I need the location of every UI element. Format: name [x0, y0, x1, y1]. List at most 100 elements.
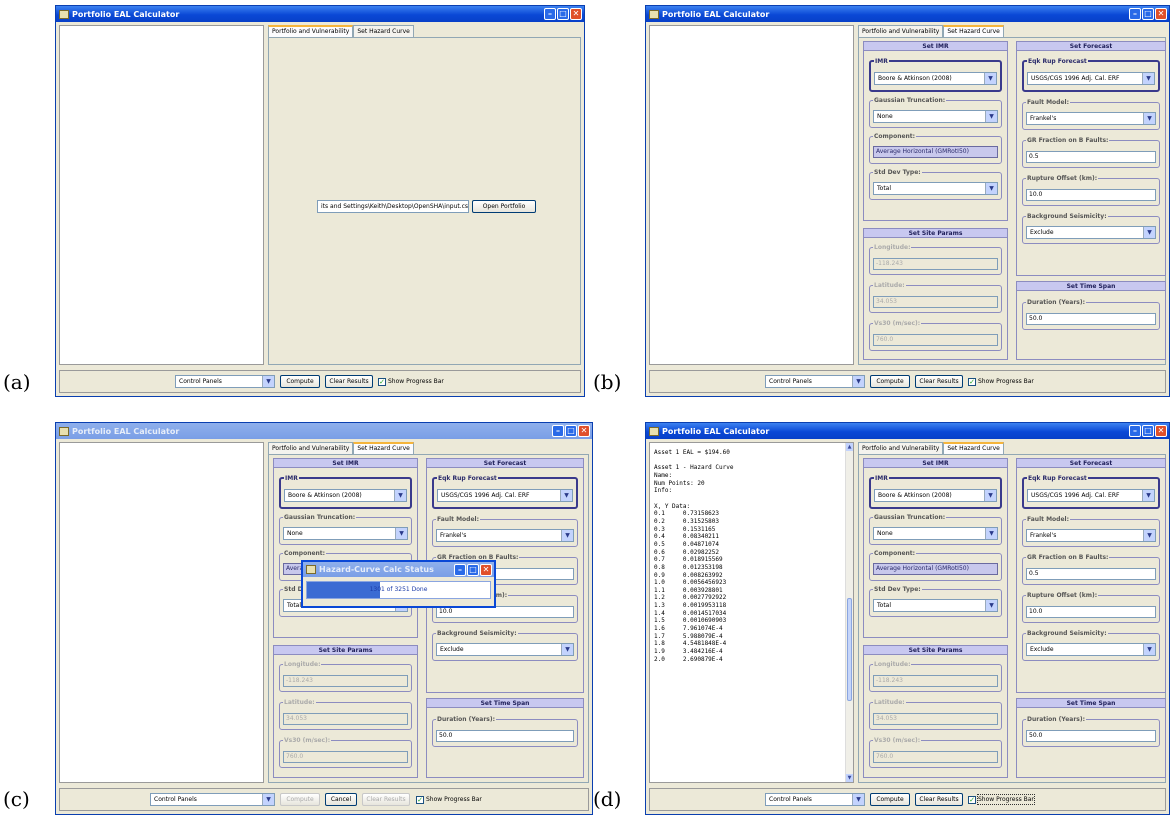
- chevron-down-icon[interactable]: ▼: [984, 490, 996, 501]
- imr-select[interactable]: Boore & Atkinson (2008) ▼: [874, 489, 997, 502]
- maximize-icon[interactable]: □: [467, 564, 479, 576]
- vs30-input[interactable]: 760.0: [873, 334, 998, 346]
- chevron-down-icon[interactable]: ▼: [985, 600, 997, 611]
- minimize-icon[interactable]: –: [552, 425, 564, 437]
- compute-button[interactable]: Compute: [870, 375, 910, 388]
- latitude-input[interactable]: 34.053: [283, 713, 408, 725]
- erf-select[interactable]: USGS/CGS 1996 Adj. Cal. ERF ▼: [1027, 72, 1155, 85]
- chevron-down-icon[interactable]: ▼: [262, 794, 274, 805]
- background-seismicity-select[interactable]: Exclude ▼: [1026, 643, 1156, 656]
- clear-results-button[interactable]: Clear Results: [915, 375, 963, 388]
- compute-button[interactable]: Compute: [280, 793, 320, 806]
- chevron-down-icon[interactable]: ▼: [852, 794, 864, 805]
- longitude-input[interactable]: -118.243: [283, 675, 408, 687]
- title-bar[interactable]: Portfolio EAL Calculator – □ ✕: [646, 6, 1169, 22]
- chevron-down-icon[interactable]: ▼: [1142, 490, 1154, 501]
- gr-fraction-input[interactable]: 0.5: [1026, 568, 1156, 580]
- gauss-select[interactable]: None ▼: [873, 110, 998, 123]
- gauss-select[interactable]: None ▼: [283, 527, 408, 540]
- show-progress-checkbox[interactable]: ✓ Show Progress Bar: [968, 794, 1035, 805]
- chevron-down-icon[interactable]: ▼: [985, 111, 997, 122]
- title-bar[interactable]: Portfolio EAL Calculator – □ ✕: [56, 6, 584, 22]
- minimize-icon[interactable]: –: [544, 8, 556, 20]
- gr-fraction-input[interactable]: 0.5: [1026, 151, 1156, 163]
- longitude-input[interactable]: -118.243: [873, 258, 998, 270]
- component-value[interactable]: Average Horizontal (GMRotI50): [873, 146, 998, 158]
- chevron-down-icon[interactable]: ▼: [1143, 113, 1155, 124]
- clear-results-button[interactable]: Clear Results: [362, 793, 410, 806]
- close-icon[interactable]: ✕: [578, 425, 590, 437]
- imr-select[interactable]: Boore & Atkinson (2008) ▼: [874, 72, 997, 85]
- stddev-select[interactable]: Total ▼: [873, 182, 998, 195]
- close-icon[interactable]: ✕: [1155, 8, 1167, 20]
- tab-portfolio[interactable]: Portfolio and Vulnerability: [268, 442, 354, 454]
- scroll-thumb[interactable]: [847, 598, 852, 701]
- maximize-icon[interactable]: □: [1142, 425, 1154, 437]
- chevron-down-icon[interactable]: ▼: [1143, 644, 1155, 655]
- component-value[interactable]: Average Horizontal (GMRotI50): [873, 563, 998, 575]
- rupture-offset-input[interactable]: 10.0: [1026, 606, 1156, 618]
- background-seismicity-select[interactable]: Exclude ▼: [1026, 226, 1156, 239]
- maximize-icon[interactable]: □: [565, 425, 577, 437]
- chevron-down-icon[interactable]: ▼: [560, 490, 572, 501]
- chevron-down-icon[interactable]: ▼: [561, 644, 573, 655]
- chevron-down-icon[interactable]: ▼: [984, 73, 996, 84]
- chevron-down-icon[interactable]: ▼: [262, 376, 274, 387]
- chevron-down-icon[interactable]: ▼: [1143, 227, 1155, 238]
- show-progress-checkbox[interactable]: ✓ Show Progress Bar: [416, 795, 482, 804]
- chevron-down-icon[interactable]: ▼: [1142, 73, 1154, 84]
- portfolio-path-field[interactable]: its and Settings\Keith\Desktop\OpenSHA\i…: [317, 200, 469, 213]
- minimize-icon[interactable]: –: [1129, 425, 1141, 437]
- chevron-down-icon[interactable]: ▼: [852, 376, 864, 387]
- control-panels-select[interactable]: Control Panels ▼: [765, 375, 865, 388]
- control-panels-select[interactable]: Control Panels ▼: [765, 793, 865, 806]
- close-icon[interactable]: ✕: [480, 564, 492, 576]
- chevron-down-icon[interactable]: ▼: [394, 490, 406, 501]
- latitude-input[interactable]: 34.053: [873, 713, 998, 725]
- longitude-input[interactable]: -118.243: [873, 675, 998, 687]
- duration-input[interactable]: 50.0: [1026, 730, 1156, 742]
- control-panels-select[interactable]: Control Panels ▼: [175, 375, 275, 388]
- background-seismicity-select[interactable]: Exclude ▼: [436, 643, 574, 656]
- control-panels-select[interactable]: Control Panels ▼: [150, 793, 275, 806]
- vs30-input[interactable]: 760.0: [873, 751, 998, 763]
- fault-model-select[interactable]: Frankel's ▼: [1026, 112, 1156, 125]
- tab-hazard-curve[interactable]: Set Hazard Curve: [353, 442, 414, 454]
- tab-portfolio[interactable]: Portfolio and Vulnerability: [858, 25, 944, 37]
- compute-button[interactable]: Compute: [870, 793, 910, 806]
- chevron-down-icon[interactable]: ▼: [985, 183, 997, 194]
- show-progress-checkbox[interactable]: ✓ Show Progress Bar: [968, 377, 1034, 386]
- duration-input[interactable]: 50.0: [436, 730, 574, 742]
- duration-input[interactable]: 50.0: [1026, 313, 1156, 325]
- scroll-down-icon[interactable]: ▼: [846, 774, 853, 782]
- latitude-input[interactable]: 34.053: [873, 296, 998, 308]
- vs30-input[interactable]: 760.0: [283, 751, 408, 763]
- results-scrollbar[interactable]: ▲ ▼: [845, 443, 853, 782]
- close-icon[interactable]: ✕: [1155, 425, 1167, 437]
- tab-portfolio[interactable]: Portfolio and Vulnerability: [858, 442, 944, 454]
- tab-hazard-curve[interactable]: Set Hazard Curve: [353, 25, 414, 37]
- gauss-select[interactable]: None ▼: [873, 527, 998, 540]
- fault-model-select[interactable]: Frankel's ▼: [1026, 529, 1156, 542]
- close-icon[interactable]: ✕: [570, 8, 582, 20]
- rupture-offset-input[interactable]: 10.0: [1026, 189, 1156, 201]
- tab-hazard-curve[interactable]: Set Hazard Curve: [943, 442, 1004, 454]
- clear-results-button[interactable]: Clear Results: [325, 375, 373, 388]
- tab-portfolio[interactable]: Portfolio and Vulnerability: [268, 25, 354, 37]
- chevron-down-icon[interactable]: ▼: [985, 528, 997, 539]
- scroll-up-icon[interactable]: ▲: [846, 443, 853, 451]
- minimize-icon[interactable]: –: [1129, 8, 1141, 20]
- clear-results-button[interactable]: Clear Results: [915, 793, 963, 806]
- title-bar[interactable]: Portfolio EAL Calculator – □ ✕: [646, 423, 1169, 439]
- open-portfolio-button[interactable]: Open Portfolio: [472, 200, 536, 213]
- compute-button[interactable]: Compute: [280, 375, 320, 388]
- title-bar[interactable]: Portfolio EAL Calculator – □ ✕: [56, 423, 592, 439]
- dialog-title-bar[interactable]: Hazard-Curve Calc Status – □ ✕: [303, 562, 494, 577]
- erf-select[interactable]: USGS/CGS 1996 Adj. Cal. ERF ▼: [1027, 489, 1155, 502]
- minimize-icon[interactable]: –: [454, 564, 466, 576]
- chevron-down-icon[interactable]: ▼: [561, 530, 573, 541]
- maximize-icon[interactable]: □: [557, 8, 569, 20]
- fault-model-select[interactable]: Frankel's ▼: [436, 529, 574, 542]
- imr-select[interactable]: Boore & Atkinson (2008) ▼: [284, 489, 407, 502]
- show-progress-checkbox[interactable]: ✓ Show Progress Bar: [378, 377, 444, 386]
